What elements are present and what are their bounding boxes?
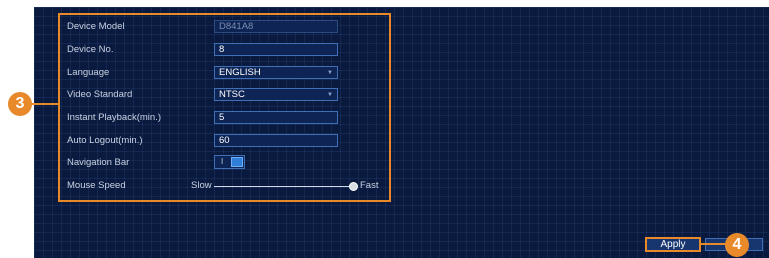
device-model-label: Device Model [67, 21, 125, 32]
video-standard-select[interactable]: NTSC ▼ [214, 88, 338, 101]
toggle-on-mark: I [221, 157, 224, 166]
callout-highlight-box [58, 13, 391, 202]
language-select-value: ENGLISH [219, 67, 261, 78]
instant-playback-label: Instant Playback(min.) [67, 112, 161, 123]
mouse-speed-label: Mouse Speed [67, 180, 126, 191]
navigation-bar-label: Navigation Bar [67, 157, 130, 168]
callout-3-pointer [28, 103, 58, 105]
video-standard-label: Video Standard [67, 89, 133, 100]
device-no-input[interactable]: 8 [214, 43, 338, 56]
auto-logout-label: Auto Logout(min.) [67, 135, 143, 146]
callout-3-badge: 3 [8, 92, 32, 116]
device-no-label: Device No. [67, 44, 114, 55]
apply-button[interactable]: Apply [645, 237, 701, 252]
chevron-down-icon: ▼ [327, 70, 333, 76]
video-standard-select-value: NTSC [219, 89, 245, 100]
callout-4-pointer [701, 243, 727, 245]
mouse-speed-slider[interactable] [214, 186, 356, 187]
slider-max-label: Fast [360, 180, 379, 191]
callout-4-badge: 4 [725, 233, 749, 257]
navigation-bar-toggle[interactable]: I [214, 155, 245, 169]
language-label: Language [67, 67, 110, 78]
instant-playback-input[interactable]: 5 [214, 111, 338, 124]
mouse-speed-slider-thumb[interactable] [349, 182, 358, 191]
language-select[interactable]: ENGLISH ▼ [214, 66, 338, 79]
toggle-knob [231, 157, 243, 167]
slider-min-label: Slow [191, 180, 212, 191]
chevron-down-icon: ▼ [327, 92, 333, 98]
auto-logout-input[interactable]: 60 [214, 134, 338, 147]
device-model-field: D841A8 [214, 20, 338, 33]
